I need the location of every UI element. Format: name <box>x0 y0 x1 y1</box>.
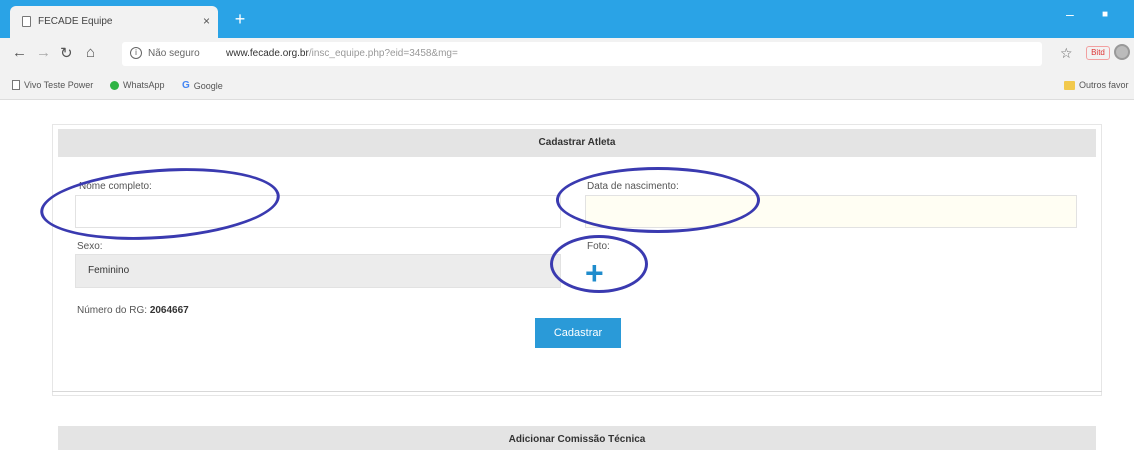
annotation-ellipse-birth <box>556 167 760 233</box>
bookmark-google[interactable]: G Google <box>182 80 223 91</box>
bookmark-star-icon[interactable]: ☆ <box>1060 45 1073 62</box>
whatsapp-icon <box>110 80 119 90</box>
url-text: www.fecade.org.br/insc_equipe.php?eid=34… <box>226 48 458 59</box>
extension-badge[interactable]: Bitd <box>1086 46 1110 60</box>
reload-icon[interactable]: ↻ <box>60 44 73 62</box>
browser-toolbar: ← → ↻ ⌂ i Não seguro www.fecade.org.br/i… <box>0 38 1134 70</box>
page-icon <box>12 80 20 90</box>
maximize-button[interactable]: ■ <box>1102 9 1108 20</box>
browser-tab[interactable]: FECADE Equipe × <box>10 6 218 38</box>
tab-close-icon[interactable]: × <box>203 14 210 28</box>
browser-titlebar: FECADE Equipe × + – ■ <box>0 0 1134 38</box>
new-tab-button[interactable]: + <box>228 10 252 30</box>
annotation-ellipse-photo <box>550 235 648 293</box>
panel-title: Cadastrar Atleta <box>58 129 1096 157</box>
home-icon[interactable]: ⌂ <box>86 44 95 61</box>
sex-label: Sexo: <box>77 241 103 252</box>
page-icon <box>22 16 31 27</box>
bookmark-whatsapp[interactable]: WhatsApp <box>110 80 165 90</box>
bookmark-other[interactable]: Outros favor <box>1064 80 1129 90</box>
address-bar[interactable]: i Não seguro www.fecade.org.br/insc_equi… <box>122 42 1042 66</box>
rg-text: Número do RG: 2064667 <box>77 305 189 316</box>
sex-select[interactable]: Feminino <box>75 254 561 288</box>
minimize-button[interactable]: – <box>1066 6 1074 22</box>
security-label: Não seguro <box>148 48 200 59</box>
folder-icon <box>1064 80 1075 90</box>
add-technical-staff-header: Adicionar Comissão Técnica <box>58 426 1096 450</box>
profile-avatar[interactable] <box>1114 44 1130 60</box>
register-button[interactable]: Cadastrar <box>535 318 621 348</box>
section-divider <box>52 391 1102 392</box>
bookmarks-bar: Vivo Teste Power WhatsApp G Google Outro… <box>0 70 1134 100</box>
info-icon[interactable]: i <box>130 47 142 59</box>
page-content: Cadastrar Atleta Nome completo: Data de … <box>0 101 1134 450</box>
tab-title: FECADE Equipe <box>38 16 113 27</box>
bookmark-vivo[interactable]: Vivo Teste Power <box>12 80 93 90</box>
forward-icon[interactable]: → <box>36 44 51 61</box>
back-icon[interactable]: ← <box>12 44 27 61</box>
google-icon: G <box>182 80 190 91</box>
